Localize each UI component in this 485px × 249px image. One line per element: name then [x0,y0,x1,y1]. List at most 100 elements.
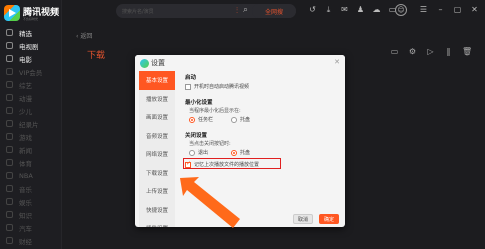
sidebar-item-label: 电影 [19,55,32,64]
cloud-icon[interactable]: ☁ [372,5,381,14]
sidebar-item[interactable]: 动漫 [0,91,62,104]
sidebar-item[interactable]: NBA [0,169,62,182]
search-all-button[interactable]: 全网搜 [252,4,296,18]
settings-logo-icon [140,59,149,68]
delete-icon[interactable]: 🗑 [462,47,472,56]
sidebar-item[interactable]: 少儿 [0,104,62,117]
close-option-tray[interactable]: 托盘 [231,149,250,156]
sidebar-item-icon [6,42,13,49]
sidebar-item-label: 纪录片 [19,120,39,129]
sidebar-item-label: 精选 [19,29,32,38]
download-toolbar: ▭ ⚙ ▷ ‖ 🗑 [390,47,472,56]
dialog-header: 设置 ✕ [135,55,345,71]
settings-menu-item[interactable]: 播放设置 [139,90,175,109]
message-icon[interactable]: ✉ [340,5,349,14]
close-hint: 当点击关闭按钮时: [189,141,231,147]
start-all-icon[interactable]: ▷ [426,47,435,56]
close-option-exit[interactable]: 退出 [189,149,208,156]
page-title: 下载 [87,51,106,61]
startup-checkbox[interactable] [185,83,191,90]
menu-icon[interactable]: ☰ [419,5,428,14]
sidebar-item-icon [6,224,13,231]
cancel-button[interactable]: 取消 [293,214,313,224]
dialog-close-icon[interactable]: ✕ [334,58,340,66]
settings-panel: 启动 开机时自动启动腾讯视频 最小化设置 当程序最小化后显示在: 任务栏 托盘 … [185,71,340,211]
sidebar-item-icon [6,159,13,166]
minimize-icon[interactable]: – [436,5,445,14]
sidebar-item[interactable]: 知识 [0,208,62,221]
sidebar-item[interactable]: 游戏 [0,130,62,143]
settings-menu-item[interactable]: 上传设置 [139,182,175,201]
sidebar-item-icon [6,107,13,114]
sidebar-item[interactable]: 娱乐 [0,195,62,208]
sidebar-item[interactable]: 综艺 [0,78,62,91]
app-tagline: 不负好时光 [23,17,39,21]
minimize-radio-tray[interactable] [231,116,237,123]
folder-icon[interactable]: ▭ [390,47,399,56]
ok-button[interactable]: 确定 [319,214,339,224]
sidebar-item-icon [6,133,13,140]
trending-icon[interactable]: ⫶ [236,6,238,16]
sidebar-item-icon [6,68,13,75]
minimize-option-tray-label: 托盘 [240,117,251,123]
sidebar-item[interactable]: 电影 [0,52,62,65]
settings-menu-item[interactable]: 音频设置 [139,127,175,146]
sidebar-item-icon [6,55,13,62]
sidebar-item-label: 游戏 [19,133,32,142]
search-all-label: 全网搜 [264,8,283,16]
sidebar-item-icon [6,120,13,127]
settings-icon[interactable]: ⚙ [408,47,417,56]
sidebar-item-label: 财经 [19,237,32,246]
sidebar-item[interactable]: 精选 [0,26,62,39]
top-icon-group: ↺ ⤓ ✉ ♟ ☁ ▭ [308,5,397,14]
minimize-option-tray[interactable]: 托盘 [231,116,250,123]
minimize-radio-taskbar[interactable] [189,116,195,123]
minimize-option-taskbar-label: 任务栏 [198,117,214,123]
back-link[interactable]: ‹ 返回 [76,31,92,40]
sidebar-item[interactable]: 汽车 [0,221,62,234]
sidebar-item-icon [6,29,13,36]
minimize-option-taskbar[interactable]: 任务栏 [189,116,213,123]
top-bar: 搜索片名/演员 ⫶ ⌕ 全网搜 ↺ ⤓ ✉ ♟ ☁ ▭ ☺ ☰ – ▢ ✕ [62,0,485,24]
close-icon[interactable]: ✕ [470,5,479,14]
sidebar-item[interactable]: 电视剧 [0,39,62,52]
search-input[interactable]: 搜索片名/演员 [122,8,154,15]
pause-all-icon[interactable]: ‖ [444,47,453,56]
close-radio-exit[interactable] [189,149,195,156]
settings-menu: 基本设置播放设置画面设置音频设置网络设置下载设置上传设置快捷设置插件设置启动关机 [139,71,175,227]
settings-menu-item[interactable]: 下载设置 [139,164,175,183]
sidebar-item-label: 娱乐 [19,198,32,207]
sidebar-item-label: NBA [19,171,33,180]
close-option-tray-label: 托盘 [240,150,251,156]
sidebar-item-label: 新闻 [19,146,32,155]
skin-icon[interactable]: ♟ [356,5,365,14]
history-icon[interactable]: ↺ [308,5,317,14]
sidebar-item[interactable]: 纪录片 [0,117,62,130]
maximize-icon[interactable]: ▢ [453,5,462,14]
highlight-box [183,158,281,169]
settings-dialog: 设置 ✕ 基本设置播放设置画面设置音频设置网络设置下载设置上传设置快捷设置插件设… [135,55,345,227]
sidebar-item-icon [6,81,13,88]
sidebar-item-icon [6,198,13,205]
sidebar-item-label: 电视剧 [19,42,39,51]
user-avatar[interactable]: ☺ [395,4,407,16]
settings-menu-item[interactable]: 基本设置 [139,71,175,90]
search-box[interactable]: 搜索片名/演员 ⫶ ⌕ 全网搜 [116,4,296,18]
sidebar-item-label: 体育 [19,159,32,168]
search-icon[interactable]: ⌕ [243,5,248,15]
sidebar-item[interactable]: 财经 [0,234,62,247]
minimize-hint: 当程序最小化后显示在: [189,108,241,114]
sidebar-item[interactable]: 音乐 [0,182,62,195]
dialog-title: 设置 [151,59,165,67]
startup-option[interactable]: 开机时自动启动腾讯视频 [185,83,249,90]
startup-option-label: 开机时自动启动腾讯视频 [194,84,250,90]
sidebar-item-icon [6,172,13,179]
sidebar: 腾讯视频 不负好时光 精选 电视剧 电影 VIP会员 综艺 动漫 少儿 纪录片 游戏 新闻 体育 NB… [0,0,62,249]
sidebar-item[interactable]: VIP会员 [0,65,62,78]
sidebar-item[interactable]: 新闻 [0,143,62,156]
download-icon[interactable]: ⤓ [324,5,333,14]
sidebar-item[interactable]: 体育 [0,156,62,169]
settings-menu-item[interactable]: 画面设置 [139,108,175,127]
close-radio-tray[interactable] [231,149,237,156]
settings-menu-item[interactable]: 网络设置 [139,145,175,164]
